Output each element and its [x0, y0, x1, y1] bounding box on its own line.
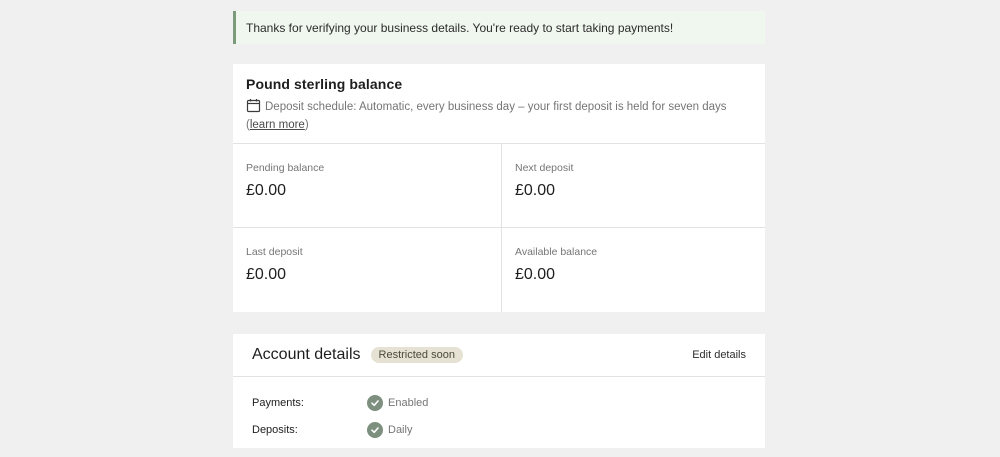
next-deposit-cell: Next deposit £0.00 [501, 144, 765, 228]
last-deposit-label: Last deposit [246, 246, 303, 258]
account-status-list: Payments: Enabled Deposits: Daily [233, 377, 765, 443]
last-deposit-cell: Last deposit £0.00 [233, 228, 501, 312]
status-badge: Restricted soon [370, 347, 463, 363]
deposits-row: Deposits: Daily [233, 416, 765, 443]
notice-text: Thanks for verifying your business detai… [246, 20, 674, 35]
available-balance-label: Available balance [515, 246, 598, 258]
payments-value: Enabled [388, 396, 429, 409]
pending-balance-label: Pending balance [246, 162, 325, 174]
learn-more-link[interactable]: learn more [250, 119, 305, 131]
payments-row: Payments: Enabled [233, 389, 765, 416]
pending-balance-value: £0.00 [246, 182, 287, 199]
check-circle-icon [367, 421, 383, 438]
available-balance-value: £0.00 [515, 266, 556, 283]
available-balance-cell: Available balance £0.00 [501, 228, 765, 312]
next-deposit-value: £0.00 [515, 182, 556, 199]
success-notice: Thanks for verifying your business detai… [233, 11, 765, 44]
payments-label: Payments: [252, 396, 304, 409]
balance-header: Pound sterling balance Deposit schedule:… [233, 64, 765, 144]
deposits-label: Deposits: [252, 423, 298, 436]
calendar-icon [246, 98, 261, 113]
account-details-card: Account details Restricted soon Edit det… [233, 334, 765, 448]
edit-details-link[interactable]: Edit details [692, 349, 746, 361]
balance-title: Pound sterling balance [246, 76, 403, 92]
schedule-close-paren: ) [304, 119, 309, 131]
balance-grid: Pending balance £0.00 Next deposit £0.00… [233, 144, 765, 312]
last-deposit-value: £0.00 [246, 266, 287, 283]
payments-settings: Thanks for verifying your business detai… [233, 11, 765, 448]
check-circle-icon [367, 394, 383, 411]
balance-card: Pound sterling balance Deposit schedule:… [233, 64, 765, 312]
next-deposit-label: Next deposit [515, 162, 574, 174]
pending-balance-cell: Pending balance £0.00 [233, 144, 501, 228]
account-details-header: Account details Restricted soon Edit det… [233, 334, 765, 377]
account-details-title: Account details [252, 346, 361, 363]
schedule-text: Deposit schedule: Automatic, every busin… [246, 101, 727, 131]
deposit-schedule: Deposit schedule: Automatic, every busin… [246, 98, 753, 134]
deposits-value: Daily [388, 423, 413, 436]
